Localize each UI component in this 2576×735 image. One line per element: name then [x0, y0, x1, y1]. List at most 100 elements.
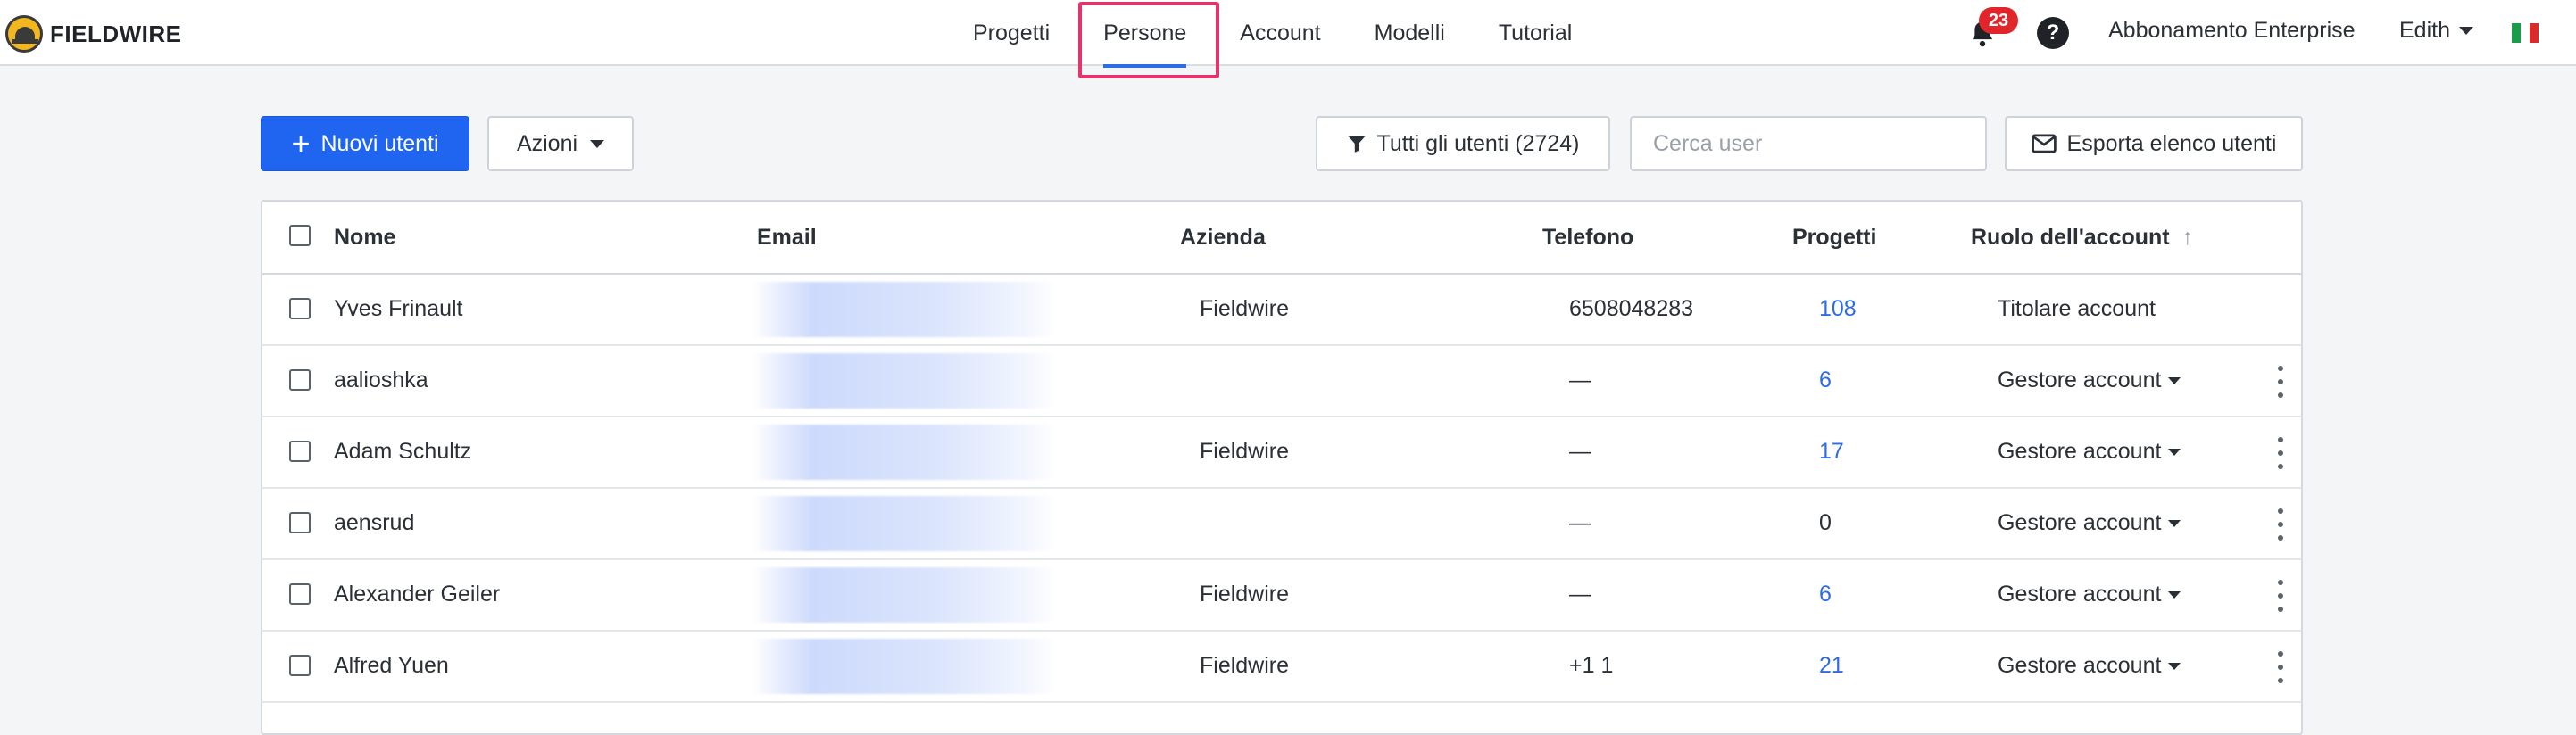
- tab-persone[interactable]: Persone: [1076, 0, 1213, 68]
- hardhat-logo-icon: [5, 15, 43, 53]
- row-actions-kebab-icon[interactable]: [2276, 366, 2285, 398]
- redacted-email: [752, 639, 1055, 694]
- projects-count-link[interactable]: 6: [1819, 368, 1832, 393]
- role-dropdown[interactable]: Gestore account: [1998, 582, 2181, 607]
- users-table: Nome Email Azienda Telefono Progetti Ruo…: [261, 200, 2303, 735]
- role-label: Gestore account: [1998, 368, 2162, 392]
- column-header-role[interactable]: Ruolo dell'account ↑: [1971, 225, 2193, 251]
- main-nav-tabs: Progetti Persone Account Modelli Tutoria…: [946, 0, 1599, 68]
- user-menu-dropdown[interactable]: Edith: [2399, 18, 2473, 44]
- role-cell: Titolare account: [1998, 296, 2156, 321]
- redacted-email: [752, 353, 1055, 409]
- chevron-down-icon: [2458, 27, 2473, 35]
- company-cell: Fieldwire: [1200, 296, 1290, 321]
- sort-ascending-icon[interactable]: ↑: [2182, 225, 2194, 251]
- company-cell: Fieldwire: [1200, 439, 1290, 464]
- select-all-checkbox[interactable]: [289, 225, 311, 246]
- role-label: Gestore account: [1998, 582, 2162, 607]
- chevron-down-icon: [2168, 449, 2181, 457]
- row-checkbox[interactable]: [289, 298, 311, 319]
- table-row[interactable]: Alfred Yuen Fieldwire +1 1 21 Gestore ac…: [262, 632, 2301, 703]
- row-checkbox[interactable]: [289, 369, 311, 391]
- user-filter-button[interactable]: Tutti gli utenti (2724): [1316, 116, 1610, 171]
- tab-account[interactable]: Account: [1213, 0, 1347, 66]
- user-name-cell: Adam Schultz: [334, 439, 472, 464]
- column-header-projects[interactable]: Progetti: [1792, 225, 1876, 251]
- row-checkbox[interactable]: [289, 441, 311, 462]
- row-checkbox[interactable]: [289, 655, 311, 676]
- row-actions-kebab-icon[interactable]: [2276, 580, 2285, 612]
- role-label: Gestore account: [1998, 510, 2162, 535]
- table-row[interactable]: Alexander Geiler Fieldwire — 6 Gestore a…: [262, 560, 2301, 632]
- column-header-role-label: Ruolo dell'account: [1971, 225, 2170, 250]
- filter-icon: [1347, 136, 1366, 153]
- row-actions-kebab-icon[interactable]: [2276, 508, 2285, 541]
- company-cell: Fieldwire: [1200, 653, 1290, 678]
- tab-progetti[interactable]: Progetti: [946, 0, 1076, 66]
- phone-cell: —: [1569, 510, 1591, 535]
- user-name-cell: Alexander Geiler: [334, 582, 501, 607]
- chevron-down-icon: [2168, 377, 2181, 385]
- help-icon[interactable]: ?: [2037, 17, 2069, 49]
- phone-cell: —: [1569, 582, 1591, 607]
- projects-count-link[interactable]: 17: [1819, 439, 1844, 465]
- redacted-email: [752, 567, 1055, 623]
- tab-modelli[interactable]: Modelli: [1348, 0, 1472, 66]
- projects-count-link[interactable]: 108: [1819, 296, 1857, 322]
- redacted-email: [752, 282, 1055, 337]
- phone-cell: +1 1: [1569, 653, 1614, 678]
- filter-label: Tutti gli utenti (2724): [1376, 130, 1580, 156]
- table-header: Nome Email Azienda Telefono Progetti Ruo…: [262, 202, 2301, 275]
- user-name-cell: aensrud: [334, 510, 415, 535]
- projects-count-link[interactable]: 21: [1819, 653, 1844, 679]
- row-actions-kebab-icon[interactable]: [2276, 651, 2285, 683]
- search-users-input[interactable]: [1630, 116, 1987, 171]
- table-row[interactable]: Adam Schultz Fieldwire — 17 Gestore acco…: [262, 417, 2301, 489]
- export-label: Esporta elenco utenti: [2066, 130, 2277, 156]
- role-label: Gestore account: [1998, 653, 2162, 678]
- envelope-icon: [2031, 134, 2057, 153]
- row-checkbox[interactable]: [289, 583, 311, 605]
- column-header-email[interactable]: Email: [757, 225, 817, 251]
- plus-icon: +: [291, 125, 311, 161]
- phone-cell: 6508048283: [1569, 296, 1694, 321]
- logo-text: FIELDWIRE: [50, 20, 182, 47]
- chevron-down-icon: [2168, 591, 2181, 599]
- new-users-button[interactable]: + Nuovi utenti: [261, 116, 469, 171]
- phone-cell: —: [1569, 439, 1591, 464]
- export-users-button[interactable]: Esporta elenco utenti: [2005, 116, 2303, 171]
- user-name-cell: Yves Frinault: [334, 296, 463, 321]
- column-header-name[interactable]: Nome: [334, 225, 395, 251]
- redacted-email: [752, 496, 1055, 551]
- column-header-company[interactable]: Azienda: [1180, 225, 1266, 251]
- chevron-down-icon: [2168, 663, 2181, 671]
- user-name-cell: aalioshka: [334, 368, 428, 392]
- subscription-plan-link[interactable]: Abbonamento Enterprise: [2108, 18, 2356, 44]
- tab-tutorial[interactable]: Tutorial: [1472, 0, 1599, 66]
- table-row[interactable]: aensrud — 0 Gestore account: [262, 489, 2301, 560]
- actions-label: Azioni: [516, 130, 578, 156]
- actions-dropdown-button[interactable]: Azioni: [487, 116, 634, 171]
- role-dropdown[interactable]: Gestore account: [1998, 368, 2181, 393]
- role-dropdown[interactable]: Gestore account: [1998, 510, 2181, 536]
- notification-count-badge: 23: [1979, 7, 2018, 34]
- role-dropdown[interactable]: Gestore account: [1998, 653, 2181, 679]
- row-actions-kebab-icon[interactable]: [2276, 437, 2285, 469]
- chevron-down-icon: [2168, 520, 2181, 528]
- company-cell: Fieldwire: [1200, 582, 1290, 607]
- projects-count: 0: [1819, 510, 1832, 535]
- user-name: Edith: [2399, 18, 2450, 43]
- role-dropdown[interactable]: Gestore account: [1998, 439, 2181, 465]
- user-name-cell: Alfred Yuen: [334, 653, 449, 678]
- row-checkbox[interactable]: [289, 512, 311, 533]
- fieldwire-logo[interactable]: FIELDWIRE: [5, 14, 182, 54]
- table-row[interactable]: Yves Frinault Fieldwire 6508048283 108 T…: [262, 275, 2301, 346]
- column-header-phone[interactable]: Telefono: [1542, 225, 1633, 251]
- chevron-down-icon: [590, 139, 605, 148]
- top-navigation-bar: FIELDWIRE Progetti Persone Account Model…: [0, 0, 2576, 68]
- role-label: Gestore account: [1998, 439, 2162, 464]
- new-users-label: Nuovi utenti: [320, 130, 439, 156]
- italian-flag-icon[interactable]: [2512, 23, 2539, 43]
- projects-count-link[interactable]: 6: [1819, 582, 1832, 607]
- table-row[interactable]: aalioshka — 6 Gestore account: [262, 346, 2301, 417]
